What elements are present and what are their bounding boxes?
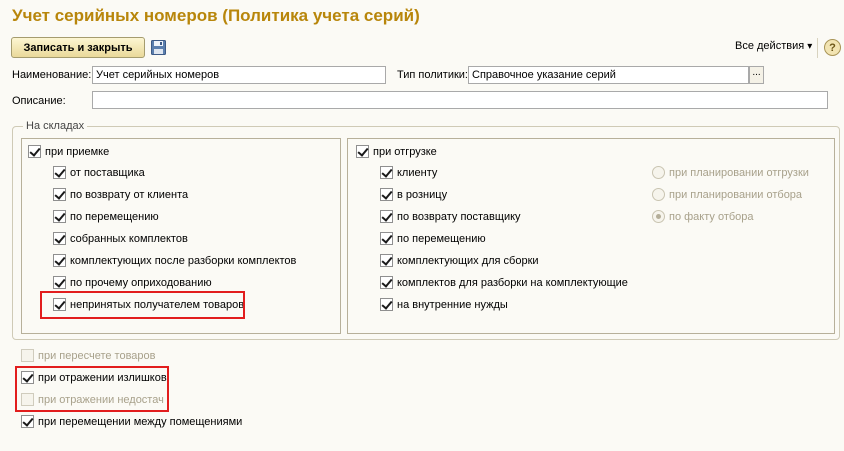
chevron-down-icon: ▾	[807, 41, 813, 52]
window-title: Учет серийных номеров (Политика учета се…	[12, 6, 420, 25]
toolbar-divider	[817, 38, 818, 58]
checkbox-box[interactable]	[380, 298, 393, 311]
checkbox-box[interactable]	[53, 166, 66, 179]
radio-picking-planning[interactable]: при планировании отбора	[652, 188, 802, 201]
receipt-checkbox[interactable]: при приемке	[28, 145, 109, 158]
checkbox-box[interactable]	[53, 254, 66, 267]
radio-label: при планировании отгрузки	[669, 166, 809, 179]
option-label: при перемещении между помещениями	[38, 415, 243, 428]
floppy-disk-icon[interactable]	[151, 40, 166, 55]
option-recount[interactable]: при пересчете товаров	[21, 349, 155, 362]
all-actions-label: Все действия	[735, 40, 805, 52]
checkbox-box[interactable]	[380, 210, 393, 223]
description-field[interactable]	[92, 91, 828, 109]
shipment-item-label: по перемещению	[397, 232, 486, 245]
receipt-item-label: от поставщика	[70, 166, 145, 179]
name-field[interactable]	[92, 66, 386, 84]
shipment-checkbox[interactable]: при отгрузке	[356, 145, 437, 158]
receipt-item-label: по прочему оприходованию	[70, 276, 212, 289]
shipment-item-label: по возврату поставщику	[397, 210, 521, 223]
option-room-transfer[interactable]: при перемещении между помещениями	[21, 415, 242, 428]
radio-shipment-planning[interactable]: при планировании отгрузки	[652, 166, 809, 179]
shipment-item-components-for-assembly[interactable]: комплектующих для сборки	[380, 254, 539, 267]
checkbox-box[interactable]	[53, 210, 66, 223]
radio-label: при планировании отбора	[669, 188, 803, 201]
all-actions-menu[interactable]: Все действия ▾	[735, 40, 812, 52]
help-icon[interactable]: ?	[824, 39, 841, 56]
save-and-close-button[interactable]: Записать и закрыть	[11, 37, 145, 58]
shipment-item-client[interactable]: клиенту	[380, 166, 437, 179]
checkbox-box[interactable]	[53, 188, 66, 201]
checkbox-box[interactable]	[28, 145, 41, 158]
checkbox-box[interactable]	[21, 349, 34, 362]
checkbox-box[interactable]	[380, 276, 393, 289]
receipt-label: при приемке	[45, 145, 110, 158]
receipt-item-label: по перемещению	[70, 210, 159, 223]
shipment-item-retail[interactable]: в розницу	[380, 188, 447, 201]
checkbox-box[interactable]	[380, 166, 393, 179]
checkbox-box[interactable]	[380, 254, 393, 267]
shipment-item-label: на внутренние нужды	[397, 298, 508, 311]
shipment-item-kits-for-disassembly[interactable]: комплектов для разборки на комплектующие	[380, 276, 628, 289]
radio-circle[interactable]	[652, 210, 665, 223]
warehouses-legend: На складах	[26, 120, 85, 132]
highlight-box	[15, 366, 169, 412]
checkbox-box[interactable]	[356, 145, 369, 158]
receipt-item-client-return[interactable]: по возврату от клиента	[53, 188, 188, 201]
shipment-item-internal-needs[interactable]: на внутренние нужды	[380, 298, 508, 311]
radio-circle[interactable]	[652, 188, 665, 201]
receipt-item-transfer[interactable]: по перемещению	[53, 210, 159, 223]
shipment-item-label: в розницу	[397, 188, 448, 201]
checkbox-box[interactable]	[380, 188, 393, 201]
description-label: Описание:	[12, 95, 66, 107]
shipment-label: при отгрузке	[373, 145, 437, 158]
receipt-item-components-after-disassembly[interactable]: комплектующих после разборки комплектов	[53, 254, 296, 267]
receipt-item-assembled-kits[interactable]: собранных комплектов	[53, 232, 188, 245]
checkbox-box[interactable]	[53, 276, 66, 289]
receipt-item-label: комплектующих после разборки комплектов	[70, 254, 297, 267]
shipment-item-transfer[interactable]: по перемещению	[380, 232, 486, 245]
policy-type-field[interactable]	[468, 66, 749, 84]
shipment-item-label: клиенту	[397, 166, 438, 179]
radio-label: по факту отбора	[669, 210, 754, 223]
radio-actual-picking[interactable]: по факту отбора	[652, 210, 754, 223]
shipment-item-supplier-return[interactable]: по возврату поставщику	[380, 210, 521, 223]
receipt-item-other-posting[interactable]: по прочему оприходованию	[53, 276, 212, 289]
policy-type-select-button[interactable]: ...	[749, 66, 764, 84]
radio-circle[interactable]	[652, 166, 665, 179]
highlight-box	[40, 291, 245, 319]
receipt-item-label: по возврату от клиента	[70, 188, 189, 201]
shipment-item-label: комплектующих для сборки	[397, 254, 539, 267]
policy-type-label: Тип политики:	[397, 69, 468, 81]
option-label: при пересчете товаров	[38, 349, 156, 362]
checkbox-box[interactable]	[21, 415, 34, 428]
name-label: Наименование:	[12, 69, 92, 81]
checkbox-box[interactable]	[380, 232, 393, 245]
shipment-item-label: комплектов для разборки на комплектующие	[397, 276, 628, 289]
receipt-item-from-supplier[interactable]: от поставщика	[53, 166, 145, 179]
receipt-item-label: собранных комплектов	[70, 232, 188, 245]
checkbox-box[interactable]	[53, 232, 66, 245]
